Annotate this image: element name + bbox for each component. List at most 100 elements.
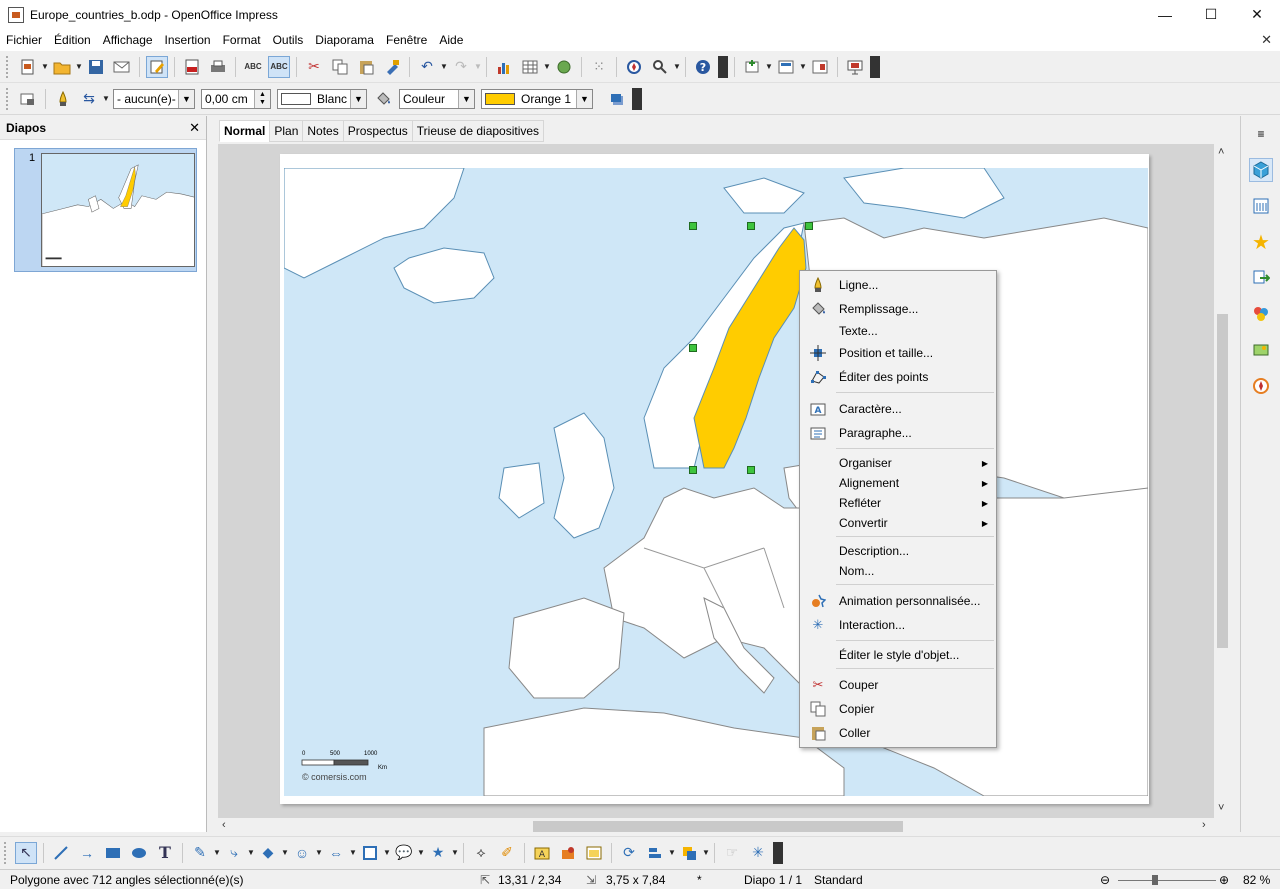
- new-slide-dropdown-icon[interactable]: ▼: [765, 56, 773, 78]
- menu-item-convertir[interactable]: Convertir ▶: [800, 512, 996, 534]
- callouts-icon[interactable]: 💬: [393, 842, 415, 864]
- connector-dropdown-icon[interactable]: ▼: [247, 842, 255, 864]
- animation-star-icon[interactable]: ★: [1249, 230, 1273, 254]
- menu-item-organiser[interactable]: Organiser ▶: [800, 452, 996, 474]
- stars-dropdown-icon[interactable]: ▼: [451, 842, 459, 864]
- menu-item-couper[interactable]: ✂ Couper: [800, 674, 996, 696]
- toolbar-grip[interactable]: [4, 841, 7, 864]
- slide-design-icon[interactable]: [809, 56, 831, 78]
- chevron-down-icon[interactable]: ▼: [178, 89, 194, 108]
- close-icon[interactable]: ✕: [189, 120, 200, 136]
- rectangle-icon[interactable]: [102, 842, 124, 864]
- align-icon[interactable]: [644, 842, 666, 864]
- save-icon[interactable]: [85, 56, 107, 78]
- tab-plan[interactable]: Plan: [269, 120, 304, 142]
- scroll-left-icon[interactable]: ‹: [222, 819, 226, 831]
- text-tool-icon[interactable]: T: [154, 842, 176, 864]
- arrow-style-dropdown-icon[interactable]: ▼: [102, 88, 110, 110]
- menu-item-alignement[interactable]: Alignement ▶: [800, 472, 996, 494]
- select-arrow-icon[interactable]: ↖: [15, 841, 37, 864]
- tab-notes[interactable]: Notes: [302, 120, 344, 142]
- toolbar-overflow-icon[interactable]: [870, 55, 880, 78]
- open-folder-icon[interactable]: [51, 56, 73, 78]
- area-color-select[interactable]: Orange 1 ▼: [481, 88, 593, 109]
- menu-diaporama[interactable]: Diaporama: [315, 33, 374, 47]
- glue-points-icon[interactable]: ✐: [496, 842, 518, 864]
- export-pdf-icon[interactable]: [181, 56, 203, 78]
- zoom-in-icon[interactable]: ⊕: [1219, 873, 1229, 887]
- from-file-icon[interactable]: [557, 842, 579, 864]
- line-icon[interactable]: [52, 88, 74, 110]
- extrusion-icon[interactable]: ☞: [721, 842, 743, 864]
- paste-icon[interactable]: [355, 56, 377, 78]
- slide-layout-dropdown-icon[interactable]: ▼: [799, 56, 807, 78]
- line-width-spinner[interactable]: 0,00 cm ▲ ▼: [201, 88, 271, 109]
- interaction-icon[interactable]: ✳: [747, 842, 769, 864]
- scroll-right-icon[interactable]: ›: [1202, 819, 1206, 831]
- menu-format[interactable]: Format: [223, 33, 261, 47]
- flowchart-icon[interactable]: [359, 842, 381, 864]
- print-icon[interactable]: [207, 56, 229, 78]
- menu-item-animation[interactable]: Animation personnalisée...: [800, 590, 996, 612]
- close-button[interactable]: ✕: [1234, 0, 1280, 29]
- toolbar-grip[interactable]: [6, 87, 9, 110]
- toolbar-overflow-icon[interactable]: [718, 55, 728, 78]
- new-dropdown-icon[interactable]: ▼: [41, 56, 49, 78]
- block-arrows-icon[interactable]: ⇔: [325, 842, 347, 864]
- arrow-style-select[interactable]: - aucun(e)- ▼: [113, 88, 195, 109]
- align-dropdown-icon[interactable]: ▼: [668, 842, 676, 864]
- menu-item-refleter[interactable]: Refléter ▶: [800, 492, 996, 514]
- spellcheck-icon[interactable]: ABC: [242, 56, 264, 78]
- callouts-dropdown-icon[interactable]: ▼: [417, 842, 425, 864]
- table-icon[interactable]: [519, 56, 541, 78]
- menu-edition[interactable]: Édition: [54, 33, 91, 47]
- tab-slide-sorter[interactable]: Trieuse de diapositives: [411, 120, 545, 142]
- block-arrows-dropdown-icon[interactable]: ▼: [349, 842, 357, 864]
- menu-item-remplissage[interactable]: Remplissage...: [800, 298, 996, 320]
- flowchart-dropdown-icon[interactable]: ▼: [383, 842, 391, 864]
- menu-item-position-taille[interactable]: Position et taille...: [800, 342, 996, 364]
- scroll-up-icon[interactable]: ˄: [1218, 146, 1224, 158]
- slideshow-icon[interactable]: [844, 56, 866, 78]
- sidebar-menu-icon[interactable]: ≡: [1249, 122, 1273, 146]
- menu-insertion[interactable]: Insertion: [165, 33, 211, 47]
- zoom-slider-track[interactable]: [1118, 880, 1216, 881]
- line-tool-icon[interactable]: [50, 842, 72, 864]
- arrow-style-icon[interactable]: ⇆: [78, 88, 100, 110]
- menu-outils[interactable]: Outils: [273, 33, 304, 47]
- undo-dropdown-icon[interactable]: ▼: [440, 56, 448, 78]
- vertical-scroll-thumb[interactable]: [1217, 314, 1228, 648]
- new-slide-icon[interactable]: [741, 56, 763, 78]
- menu-item-editer-style[interactable]: Éditer le style d'objet...: [800, 644, 996, 666]
- slide-canvas[interactable]: 0 500 1000 Km © comersis.com: [280, 154, 1149, 804]
- stars-icon[interactable]: ★: [427, 842, 449, 864]
- vertical-scrollbar[interactable]: ˄ ˅: [1214, 144, 1231, 818]
- navigator-icon[interactable]: [623, 56, 645, 78]
- zoom-slider-thumb[interactable]: [1152, 875, 1158, 885]
- menu-fichier[interactable]: Fichier: [6, 33, 42, 47]
- redo-icon[interactable]: ↷: [450, 56, 472, 78]
- image-icon[interactable]: [583, 842, 605, 864]
- copy-icon[interactable]: [329, 56, 351, 78]
- grid-icon[interactable]: ⁙: [588, 56, 610, 78]
- slide-layout-icon[interactable]: [775, 56, 797, 78]
- styles-icon[interactable]: [1249, 302, 1273, 326]
- new-document-icon[interactable]: [17, 56, 39, 78]
- shadow-icon[interactable]: [606, 88, 628, 110]
- toolbar-overflow-icon[interactable]: [773, 841, 783, 864]
- curve-icon[interactable]: ✎: [189, 842, 211, 864]
- menu-fenetre[interactable]: Fenêtre: [386, 33, 427, 47]
- menu-item-paragraphe[interactable]: Paragraphe...: [800, 422, 996, 444]
- menu-item-texte[interactable]: Texte...: [800, 320, 996, 342]
- points-icon[interactable]: ⟡: [470, 842, 492, 864]
- selection-handle[interactable]: [689, 466, 697, 474]
- selection-handle[interactable]: [689, 344, 697, 352]
- connector-icon[interactable]: ⤷: [223, 842, 245, 864]
- fontwork-icon[interactable]: A: [531, 842, 553, 864]
- curve-dropdown-icon[interactable]: ▼: [213, 842, 221, 864]
- undo-icon[interactable]: ↶: [416, 56, 438, 78]
- minimize-button[interactable]: —: [1142, 0, 1188, 29]
- zoom-icon[interactable]: [649, 56, 671, 78]
- redo-dropdown-icon[interactable]: ▼: [474, 56, 482, 78]
- selection-handle[interactable]: [747, 466, 755, 474]
